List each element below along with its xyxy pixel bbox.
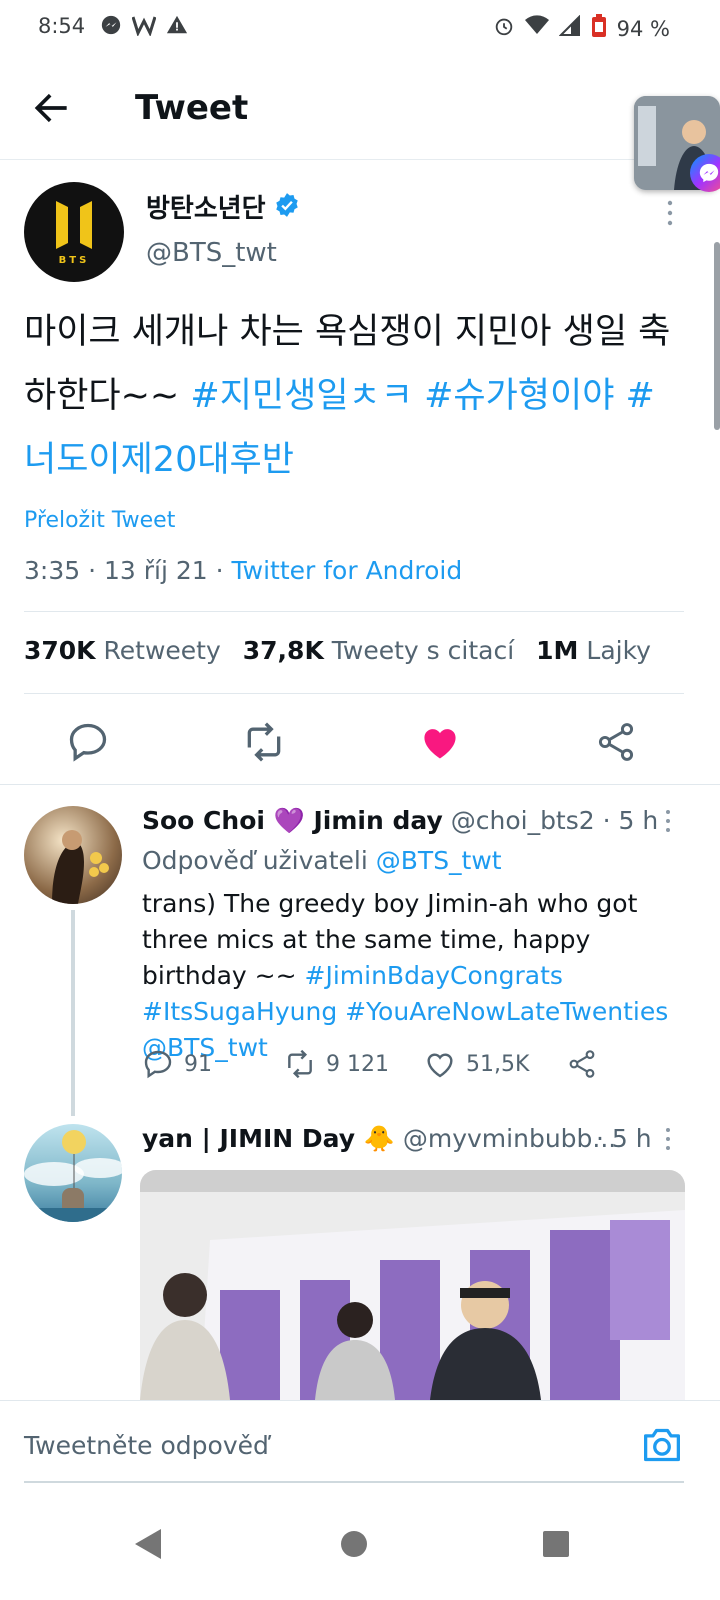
status-time: 8:54: [38, 14, 86, 38]
reply-header: yan | JIMIN Day 🐥 @myvminbubb...: [142, 1124, 616, 1154]
author-display-name[interactable]: 방탄소년단: [146, 188, 266, 225]
tweet-actions: [0, 708, 720, 784]
reply-author-name[interactable]: yan | JIMIN Day 🐥: [142, 1124, 395, 1153]
share-button[interactable]: [594, 720, 638, 764]
circle-home-icon: [341, 1531, 367, 1557]
reply-to-label: Odpověď uživateli: [142, 846, 368, 875]
retweet-count: 9 121: [326, 1051, 389, 1077]
w-notification-icon: [131, 14, 157, 41]
reply-header: Soo Choi 💜 Jimin day @choi_bts2 · 5 h: [142, 806, 658, 836]
reply-text: trans) The greedy boy Jimin-ah who got t…: [142, 886, 687, 1066]
top-app-bar: Tweet: [0, 56, 720, 160]
status-bar: 8:54 94 %: [0, 0, 720, 56]
quotes-label: Tweety s citací: [331, 636, 515, 665]
heart-filled-icon: [424, 729, 456, 759]
hashtag-link[interactable]: #슈가형이야: [424, 376, 614, 416]
input-underline: [24, 1481, 684, 1483]
square-recents-icon: [543, 1531, 569, 1557]
more-options-icon[interactable]: [660, 198, 680, 228]
reply-author-handle[interactable]: @choi_bts2: [451, 806, 595, 835]
page-title: Tweet: [135, 88, 249, 128]
reply-retweet-button[interactable]: 9 121: [284, 1048, 424, 1080]
reply-share-button[interactable]: [566, 1048, 598, 1080]
hashtag-link[interactable]: #YouAreNowLateTwenties: [345, 997, 668, 1026]
more-options-icon[interactable]: [660, 808, 676, 836]
divider: [24, 693, 684, 694]
system-navigation-bar: [0, 1490, 720, 1600]
reply-button[interactable]: [66, 720, 110, 764]
quotes-count: 37,8K: [242, 636, 324, 665]
reply-time: · 5 h: [602, 806, 659, 835]
nav-recents-button[interactable]: [526, 1514, 586, 1574]
like-count: 51,5K: [466, 1051, 530, 1077]
avatar-logo-text: BTS: [58, 254, 90, 266]
battery-icon: [591, 14, 607, 43]
tweet-text: 마이크 세개나 차는 욕심쟁이 지민아 생일 축하한다~~ #지민생일ㅊㅋ #슈…: [24, 300, 684, 492]
reply-compose-bar[interactable]: Tweetněte odpověď: [0, 1400, 720, 1488]
retweet-icon: [247, 722, 281, 762]
messenger-notification-icon: [100, 14, 122, 41]
retweets-label: Retweety: [103, 636, 221, 665]
translate-tweet-link[interactable]: Přeložit Tweet: [24, 508, 175, 533]
like-button[interactable]: [418, 720, 462, 764]
reply-reply-button[interactable]: 91: [142, 1048, 284, 1080]
thread-line: [71, 910, 75, 1116]
retweets-stat[interactable]: 370K Retweety: [24, 636, 221, 665]
camera-icon: [644, 1428, 680, 1462]
signal-icon: [558, 14, 581, 42]
avatar[interactable]: [24, 806, 122, 904]
mention-link[interactable]: @BTS_twt: [376, 846, 502, 875]
hashtag-link[interactable]: #지민생일ㅊㅋ: [190, 376, 413, 416]
avatar[interactable]: [24, 1124, 122, 1222]
likes-stat[interactable]: 1M Lajky: [536, 636, 651, 665]
author-handle[interactable]: @BTS_twt: [146, 238, 277, 268]
reply-icon: [69, 723, 107, 762]
tweet-source-link[interactable]: Twitter for Android: [232, 556, 463, 585]
likes-label: Lajky: [586, 636, 651, 665]
reply-count: 91: [184, 1051, 212, 1077]
reply-like-button[interactable]: 51,5K: [424, 1048, 566, 1080]
divider: [24, 611, 684, 612]
battery-percent: 94 %: [616, 16, 670, 41]
bts-logo-icon: [56, 200, 92, 249]
messenger-chat-head-icon[interactable]: [690, 154, 720, 192]
nav-back-button[interactable]: [118, 1514, 178, 1574]
verified-badge-icon: [274, 192, 300, 222]
more-options-icon[interactable]: [660, 1126, 676, 1154]
retweet-icon: [288, 1049, 312, 1079]
scrollbar[interactable]: [714, 242, 720, 430]
share-icon: [598, 723, 634, 761]
reply-to-line: Odpověď uživateli @BTS_twt: [142, 846, 502, 875]
hashtag-link[interactable]: #JiminBdayCongrats: [305, 961, 563, 990]
hashtag-link[interactable]: #ItsSugaHyung: [142, 997, 337, 1026]
avatar[interactable]: BTS: [24, 182, 124, 282]
alarm-icon: [493, 15, 515, 42]
retweets-count: 370K: [24, 636, 96, 665]
likes-count: 1M: [536, 636, 579, 665]
reply-icon: [144, 1050, 172, 1079]
back-button[interactable]: [30, 86, 74, 130]
reply-media-image[interactable]: [140, 1170, 685, 1400]
reply-author-name[interactable]: Soo Choi 💜 Jimin day: [142, 806, 443, 835]
arrow-left-icon: [34, 93, 67, 123]
triangle-back-icon: [135, 1529, 161, 1559]
tweet-stats: 370K Retweety 37,8K Tweety s citací 1M L…: [24, 636, 651, 665]
divider: [0, 784, 720, 785]
nav-home-button[interactable]: [324, 1514, 384, 1574]
tweet-time: 3:35 · 13 říj 21 ·: [24, 556, 232, 585]
warning-icon: [166, 14, 188, 41]
wifi-icon: [524, 15, 549, 42]
quotes-stat[interactable]: 37,8K Tweety s citací: [243, 636, 514, 665]
camera-button[interactable]: [640, 1425, 684, 1465]
reply-time: · 5 h: [596, 1124, 652, 1153]
reply-input[interactable]: Tweetněte odpověď: [24, 1431, 269, 1460]
reply-actions: 91 9 121 51,5K: [142, 1048, 598, 1080]
share-icon: [569, 1050, 595, 1078]
tweet-timestamp: 3:35 · 13 říj 21 · Twitter for Android: [24, 556, 462, 585]
reply-author-handle[interactable]: @myvminbubb...: [403, 1124, 616, 1153]
heart-outline-icon: [427, 1053, 453, 1078]
retweet-button[interactable]: [242, 720, 286, 764]
